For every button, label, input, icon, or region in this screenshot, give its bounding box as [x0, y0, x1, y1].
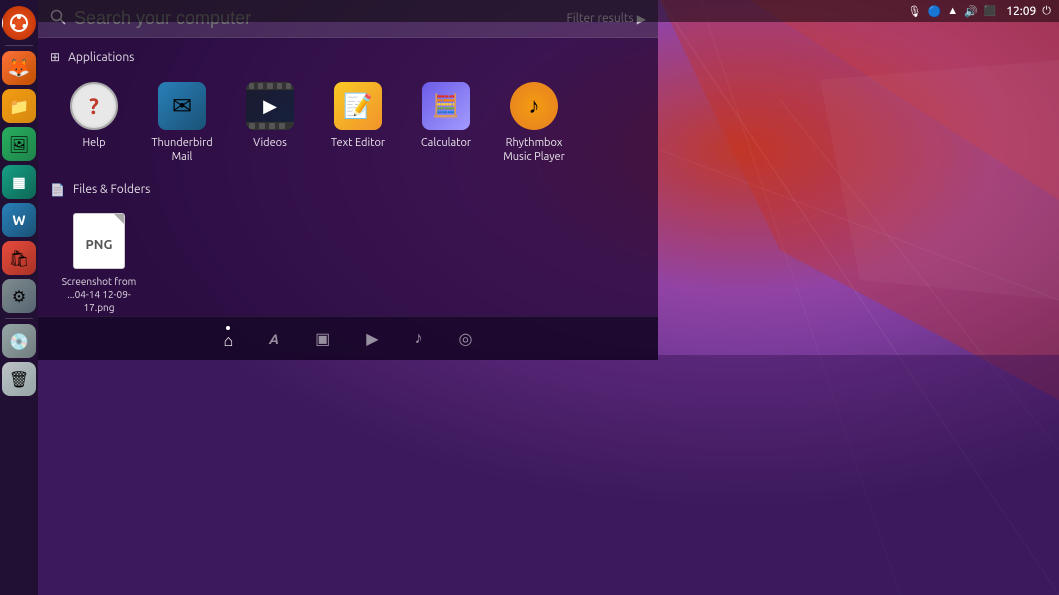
files-section: 📄 Files & Folders PNG Screenshot from...…	[50, 183, 646, 316]
files-label: Files & Folders	[73, 183, 150, 196]
launcher-item-ubuntu-sw[interactable]: 🛍	[2, 241, 36, 275]
app-label-texteditor: Text Editor	[331, 136, 385, 150]
file-label-screenshot: Screenshot from...04-14 12-09-17.png	[58, 275, 140, 314]
apps-filter-icon: A	[269, 331, 279, 347]
file-icon-screenshot: PNG	[69, 211, 129, 271]
filter-btn-photos[interactable]: ◎	[451, 325, 481, 352]
app-icon-calculator: 🧮	[420, 80, 472, 132]
mic-indicator[interactable]: 🎙	[908, 5, 922, 18]
filter-btn-home[interactable]: ⌂	[216, 322, 242, 355]
music-filter-icon: ♪	[415, 329, 423, 348]
app-grid: ? Help ✉ Thunderbird Mail	[50, 74, 646, 171]
launcher-item-spreadsheet[interactable]: ▦	[2, 165, 36, 199]
video-filter-icon: ▶	[366, 329, 378, 348]
app-item-videos[interactable]: ▶ Videos	[230, 74, 310, 171]
app-item-help[interactable]: ? Help	[54, 74, 134, 171]
app-item-rhythmbox[interactable]: ♪ Rhythmbox Music Player	[494, 74, 574, 171]
filter-btn-files[interactable]: ▣	[307, 325, 338, 352]
app-item-texteditor[interactable]: 📝 Text Editor	[318, 74, 398, 171]
launcher-item-files[interactable]: 📁	[2, 89, 36, 123]
filter-btn-apps[interactable]: A	[261, 327, 287, 351]
bluetooth-indicator[interactable]: 🔵	[928, 5, 942, 18]
launcher-divider	[5, 45, 33, 46]
app-label-calculator: Calculator	[421, 136, 471, 150]
panel-indicators: 🎙 🔵 ▲ 🔊 ⬛ 12:09 ⏻	[908, 5, 1051, 18]
dash-overlay: Filter results ▶ ⊞ Applications ? Help	[38, 0, 658, 360]
app-item-thunderbird[interactable]: ✉ Thunderbird Mail	[142, 74, 222, 171]
app-label-thunderbird: Thunderbird Mail	[146, 136, 218, 165]
applications-label: Applications	[68, 51, 134, 64]
network-indicator[interactable]: ▲	[947, 5, 958, 17]
search-content: ⊞ Applications ? Help ✉ Th	[38, 38, 658, 316]
app-icon-videos: ▶	[244, 80, 296, 132]
filter-bar: ⌂ A ▣ ▶ ♪ ◎	[38, 316, 658, 360]
photos-filter-icon: ◎	[459, 329, 473, 348]
app-icon-help: ?	[68, 80, 120, 132]
files-section-icon: 📄	[50, 183, 65, 197]
unity-launcher: 🦊 📁 🖼 ▦ W 🛍 ⚙ 💿 🗑	[0, 0, 38, 595]
app-label-help: Help	[82, 136, 105, 150]
app-label-videos: Videos	[253, 136, 287, 150]
launcher-item-firefox[interactable]: 🦊	[2, 51, 36, 85]
launcher-divider-2	[5, 318, 33, 319]
launcher-item-disk[interactable]: 💿	[2, 324, 36, 358]
files-filter-icon: ▣	[315, 329, 330, 348]
apps-section-icon: ⊞	[50, 50, 60, 64]
launcher-item-writer[interactable]: W	[2, 203, 36, 237]
filter-btn-music[interactable]: ♪	[407, 325, 431, 352]
top-panel: 🎙 🔵 ▲ 🔊 ⬛ 12:09 ⏻	[38, 0, 1059, 22]
files-section-header: 📄 Files & Folders	[50, 183, 646, 197]
volume-indicator[interactable]: 🔊	[964, 5, 978, 18]
app-item-calculator[interactable]: 🧮 Calculator	[406, 74, 486, 171]
app-icon-texteditor: 📝	[332, 80, 384, 132]
time-display[interactable]: 12:09	[1006, 5, 1036, 18]
launcher-item-photos[interactable]: 🖼	[2, 127, 36, 161]
filter-btn-video[interactable]: ▶	[358, 325, 386, 352]
launcher-item-trash[interactable]: 🗑	[2, 362, 36, 396]
app-icon-rhythmbox: ♪	[508, 80, 560, 132]
launcher-item-ubuntu[interactable]	[2, 6, 36, 40]
app-label-rhythmbox: Rhythmbox Music Player	[498, 136, 570, 165]
filter-active-dot	[226, 326, 230, 330]
home-icon: ⌂	[224, 332, 234, 351]
applications-section-header: ⊞ Applications	[50, 50, 646, 64]
power-indicator[interactable]: ⏻	[1042, 5, 1051, 18]
battery-indicator[interactable]: ⬛	[984, 5, 996, 17]
file-item-screenshot[interactable]: PNG Screenshot from...04-14 12-09-17.png	[54, 207, 144, 316]
files-grid: PNG Screenshot from...04-14 12-09-17.png	[50, 207, 646, 316]
app-icon-thunderbird: ✉	[156, 80, 208, 132]
launcher-item-settings[interactable]: ⚙	[2, 279, 36, 313]
